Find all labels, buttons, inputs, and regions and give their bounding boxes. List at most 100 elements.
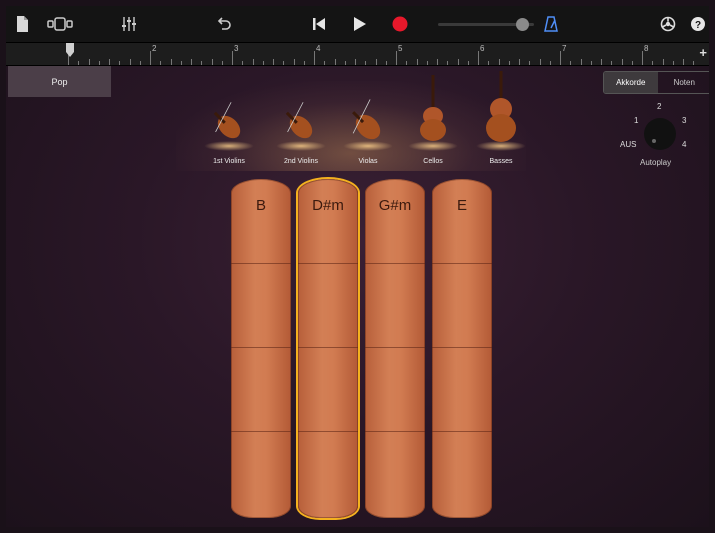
bar-number: 2 bbox=[152, 44, 157, 53]
beat-tick bbox=[683, 59, 684, 65]
chord-label: G#m bbox=[378, 197, 412, 214]
strip-divider bbox=[298, 263, 358, 264]
bar-number: 3 bbox=[234, 44, 239, 53]
chord-label: D#m bbox=[312, 197, 344, 214]
instrument-cellos[interactable]: Cellos bbox=[398, 69, 468, 165]
strip-divider bbox=[298, 431, 358, 432]
volume-knob[interactable] bbox=[515, 18, 529, 31]
beat-tick bbox=[365, 61, 367, 65]
record-icon[interactable] bbox=[390, 13, 410, 35]
beat-tick bbox=[662, 59, 664, 65]
bar-number: 5 bbox=[398, 44, 403, 53]
autoplay-knob[interactable] bbox=[644, 118, 676, 150]
strip-divider bbox=[298, 347, 358, 348]
instrument-label: Cellos bbox=[423, 158, 443, 165]
help-icon[interactable]: ? bbox=[690, 13, 706, 35]
timeline-ruler[interactable]: 2 3 4 5 6 7 8 + bbox=[6, 43, 709, 66]
beat-tick bbox=[201, 61, 203, 65]
beat-tick bbox=[498, 59, 500, 65]
violin-icon bbox=[285, 102, 313, 139]
beat-tick bbox=[283, 61, 285, 65]
beat-tick bbox=[488, 61, 490, 65]
chords-mode-button[interactable]: Akkorde bbox=[604, 72, 658, 93]
beat-tick bbox=[601, 59, 602, 65]
chord-label: B bbox=[255, 197, 266, 214]
bar-number: 4 bbox=[316, 44, 321, 53]
settings-icon[interactable] bbox=[658, 13, 678, 35]
autoplay-position-3: 3 bbox=[682, 116, 687, 125]
beat-tick bbox=[139, 61, 141, 65]
svg-text:?: ? bbox=[695, 20, 701, 31]
chord-strip-g-sharp-minor[interactable]: G#m bbox=[365, 179, 425, 518]
autoplay-position-2: 2 bbox=[657, 102, 662, 111]
cello-icon bbox=[420, 75, 446, 141]
beat-tick bbox=[447, 61, 449, 65]
beat-tick bbox=[303, 61, 305, 65]
beat-tick bbox=[109, 59, 110, 65]
instrument-second-violins[interactable]: 2nd Violins bbox=[266, 69, 336, 165]
bar-tick bbox=[314, 51, 315, 65]
beat-tick bbox=[693, 61, 695, 65]
beat-tick bbox=[170, 59, 172, 65]
mixer-icon[interactable] bbox=[119, 13, 139, 35]
bar-tick bbox=[560, 51, 561, 65]
chord-label: E bbox=[456, 197, 467, 214]
chord-strip-e[interactable]: E bbox=[432, 179, 492, 518]
beat-tick bbox=[262, 61, 264, 65]
playhead-icon[interactable] bbox=[66, 43, 74, 57]
notes-mode-button[interactable]: Noten bbox=[658, 72, 710, 93]
beat-tick bbox=[672, 61, 674, 65]
view-mode-control: Akkorde Noten bbox=[603, 71, 709, 94]
strip-divider bbox=[432, 347, 492, 348]
instrument-violas[interactable]: Violas bbox=[333, 69, 403, 165]
skip-back-icon[interactable] bbox=[309, 13, 329, 35]
beat-tick bbox=[385, 61, 387, 65]
instrument-basses[interactable]: Basses bbox=[466, 69, 536, 165]
app-screen: ? 2345678 + Pop Akkorde Noten 2 1 3 AUS … bbox=[6, 6, 709, 527]
style-preset-button[interactable]: Pop bbox=[8, 66, 111, 97]
instrument-label: 2nd Violins bbox=[283, 158, 319, 165]
beat-tick bbox=[344, 61, 346, 65]
beat-tick bbox=[98, 61, 100, 65]
viola-icon bbox=[352, 99, 381, 140]
undo-icon[interactable] bbox=[214, 13, 234, 35]
beat-tick bbox=[242, 61, 244, 65]
bar-tick bbox=[478, 51, 479, 65]
document-icon[interactable] bbox=[14, 13, 30, 35]
add-section-button[interactable]: + bbox=[699, 45, 707, 60]
knob-indicator bbox=[652, 139, 656, 143]
view-toggle-icon[interactable] bbox=[46, 13, 74, 35]
beat-tick bbox=[211, 59, 213, 65]
beat-tick bbox=[416, 59, 418, 65]
beat-tick bbox=[519, 59, 520, 65]
beat-tick bbox=[437, 59, 438, 65]
bar-tick bbox=[642, 51, 643, 65]
instrument-label: Violas bbox=[358, 158, 378, 165]
chord-strip-b[interactable]: B bbox=[231, 179, 291, 518]
beat-tick bbox=[180, 61, 182, 65]
autoplay-position-1: 1 bbox=[634, 116, 639, 125]
strip-divider bbox=[365, 431, 425, 432]
strip-divider bbox=[231, 431, 291, 432]
metronome-icon[interactable] bbox=[542, 13, 560, 35]
beat-tick bbox=[580, 59, 582, 65]
instrument-label: Basses bbox=[489, 158, 513, 165]
bar-tick bbox=[396, 51, 397, 65]
beat-tick bbox=[119, 61, 121, 65]
beat-tick bbox=[611, 61, 613, 65]
beat-tick bbox=[252, 59, 254, 65]
beat-tick bbox=[631, 61, 633, 65]
strip-divider bbox=[432, 263, 492, 264]
beat-tick bbox=[293, 59, 295, 65]
play-icon[interactable] bbox=[350, 13, 370, 35]
master-volume-slider[interactable] bbox=[438, 18, 534, 31]
bar-number: 8 bbox=[644, 44, 649, 53]
instrument-first-violins[interactable]: 1st Violins bbox=[194, 69, 264, 165]
strip-divider bbox=[432, 431, 492, 432]
toolbar: ? bbox=[6, 6, 709, 43]
bar-number: 6 bbox=[480, 44, 485, 53]
beat-tick bbox=[78, 61, 80, 65]
chord-strip-d-sharp-minor[interactable]: D#m bbox=[298, 179, 358, 518]
beat-tick bbox=[406, 61, 408, 65]
instrument-label: 1st Violins bbox=[213, 158, 245, 165]
